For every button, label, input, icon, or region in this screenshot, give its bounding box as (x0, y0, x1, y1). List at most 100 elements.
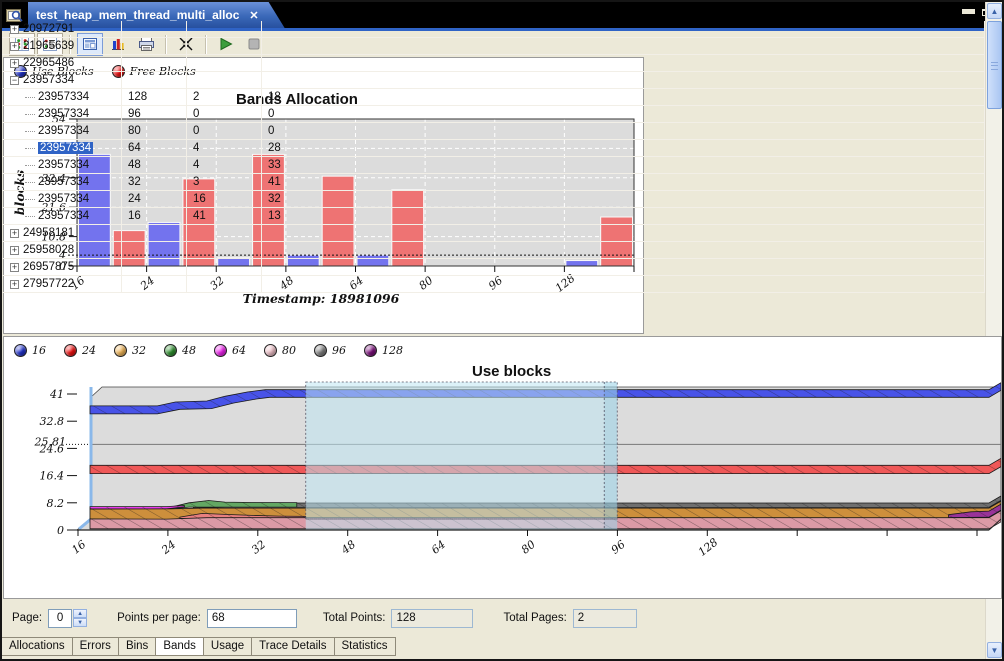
footer-tab-errors[interactable]: Errors (72, 637, 119, 656)
use-value (187, 55, 262, 71)
use-legend-item-128: 128 (364, 344, 403, 357)
free-value: 13 (262, 208, 357, 224)
table-row[interactable]: 239573348000 (2, 123, 357, 140)
size-value: 80 (122, 123, 187, 139)
use-value: 4 (187, 157, 262, 173)
legend-label: 32 (132, 344, 146, 357)
svg-text:64: 64 (429, 538, 448, 557)
size-value: 64 (122, 140, 187, 156)
size-value: 96 (122, 106, 187, 122)
legend-label: 48 (182, 344, 196, 357)
footer-tab-usage[interactable]: Usage (203, 637, 252, 656)
legend-dot-icon (114, 344, 127, 357)
size-value: 16 (122, 208, 187, 224)
table-group-row[interactable]: +26957875 (2, 259, 357, 276)
use-value: 4 (187, 140, 262, 156)
use-blocks-chart[interactable]: 08.216.424.632.84125.8116243248648096128 (4, 365, 1001, 597)
expand-icon[interactable]: + (10, 59, 19, 68)
tree-connector (25, 182, 35, 183)
tree-connector (25, 216, 35, 217)
collapse-icon[interactable]: − (10, 76, 19, 85)
timestamp-value: 27957722 (23, 278, 74, 279)
table-group-row[interactable]: +20972791 (2, 21, 357, 38)
free-value: 32 (262, 191, 357, 207)
total-pages-label: Total Pages: (503, 612, 566, 624)
table-row[interactable]: 2395733432341 (2, 174, 357, 191)
legend-dot-icon (364, 344, 377, 357)
timestamp-value: 21965639 (23, 40, 74, 52)
close-icon[interactable]: ✕ (249, 9, 258, 22)
tree-connector (25, 148, 35, 149)
footer-tab-allocations[interactable]: Allocations (1, 637, 73, 656)
size-value (122, 225, 187, 241)
svg-text:25.81: 25.81 (34, 435, 67, 448)
free-value (262, 276, 357, 279)
page-spinner[interactable]: 0 (48, 609, 72, 628)
free-value: 33 (262, 157, 357, 173)
table-group-row[interactable]: +25958028 (2, 242, 357, 259)
timestamp-value: 26957875 (23, 261, 74, 273)
use-legend-item-24: 24 (64, 344, 96, 357)
legend-label: 128 (382, 344, 403, 357)
expand-icon[interactable]: + (10, 25, 19, 34)
table-row[interactable]: 239573349600 (2, 106, 357, 123)
free-value (262, 72, 357, 88)
use-value (187, 276, 262, 279)
expand-icon[interactable]: + (10, 229, 19, 238)
size-value (122, 259, 187, 275)
free-value (262, 38, 357, 54)
spinner-up-icon[interactable]: ▲ (73, 609, 87, 618)
footer-tab-bins[interactable]: Bins (118, 637, 156, 656)
svg-text:80: 80 (519, 538, 538, 557)
table-group-row[interactable]: −23957334 (2, 72, 357, 89)
footer-tab-statistics[interactable]: Statistics (334, 637, 396, 656)
table-group-row[interactable]: +24958181 (2, 225, 357, 242)
timestamp-value: 23957334 (38, 142, 93, 154)
minimize-icon[interactable] (962, 9, 975, 14)
table-group-row[interactable]: +27957722 (2, 276, 357, 279)
expand-icon[interactable]: + (10, 42, 19, 51)
size-value: 48 (122, 157, 187, 173)
footer-tab-bands[interactable]: Bands (155, 637, 204, 656)
selection-overlay (306, 382, 617, 530)
legend-dot-icon (264, 344, 277, 357)
tree-connector (25, 131, 35, 132)
legend-label: 80 (282, 344, 296, 357)
legend-dot-icon (314, 344, 327, 357)
svg-text:32.8: 32.8 (40, 415, 65, 428)
svg-text:41: 41 (49, 388, 64, 401)
table-row[interactable]: 23957334241632 (2, 191, 357, 208)
total-points-field: 128 (391, 609, 473, 628)
size-value: 128 (122, 89, 187, 105)
use-legend-item-96: 96 (314, 344, 346, 357)
timestamp-value: 22965486 (23, 57, 74, 69)
use-value (187, 225, 262, 241)
use-blocks-legend: 16243248648096128 (14, 344, 403, 357)
free-value (262, 21, 357, 37)
timestamp-value: 23957334 (23, 74, 74, 86)
timestamp-value: 23957334 (38, 91, 89, 103)
use-value: 0 (187, 123, 262, 139)
table-row[interactable]: 2395733448433 (2, 157, 357, 174)
table-row[interactable]: 23957334128218 (2, 89, 357, 106)
expand-icon[interactable]: + (10, 263, 19, 272)
points-per-page-input[interactable]: 68 (207, 609, 297, 628)
use-value (187, 38, 262, 54)
expand-icon[interactable]: + (10, 246, 19, 255)
table-group-row[interactable]: +21965639 (2, 38, 357, 55)
table-row[interactable]: 2395733464428 (2, 140, 357, 157)
table-row[interactable]: 23957334164113 (2, 208, 357, 225)
tree-connector (25, 199, 35, 200)
timestamp-value: 20972791 (23, 23, 74, 35)
tree-connector (25, 114, 35, 115)
points-per-page-label: Points per page: (117, 612, 201, 624)
legend-dot-icon (164, 344, 177, 357)
table-group-row[interactable]: +22965486 (2, 55, 357, 72)
editor-tab-title: test_heap_mem_thread_multi_alloc (36, 8, 239, 22)
svg-text:48: 48 (338, 538, 358, 557)
legend-dot-icon (64, 344, 77, 357)
spinner-down-icon[interactable]: ▼ (73, 618, 87, 627)
footer-tab-trace-details[interactable]: Trace Details (251, 637, 334, 656)
svg-text:24: 24 (158, 538, 178, 557)
use-legend-item-80: 80 (264, 344, 296, 357)
